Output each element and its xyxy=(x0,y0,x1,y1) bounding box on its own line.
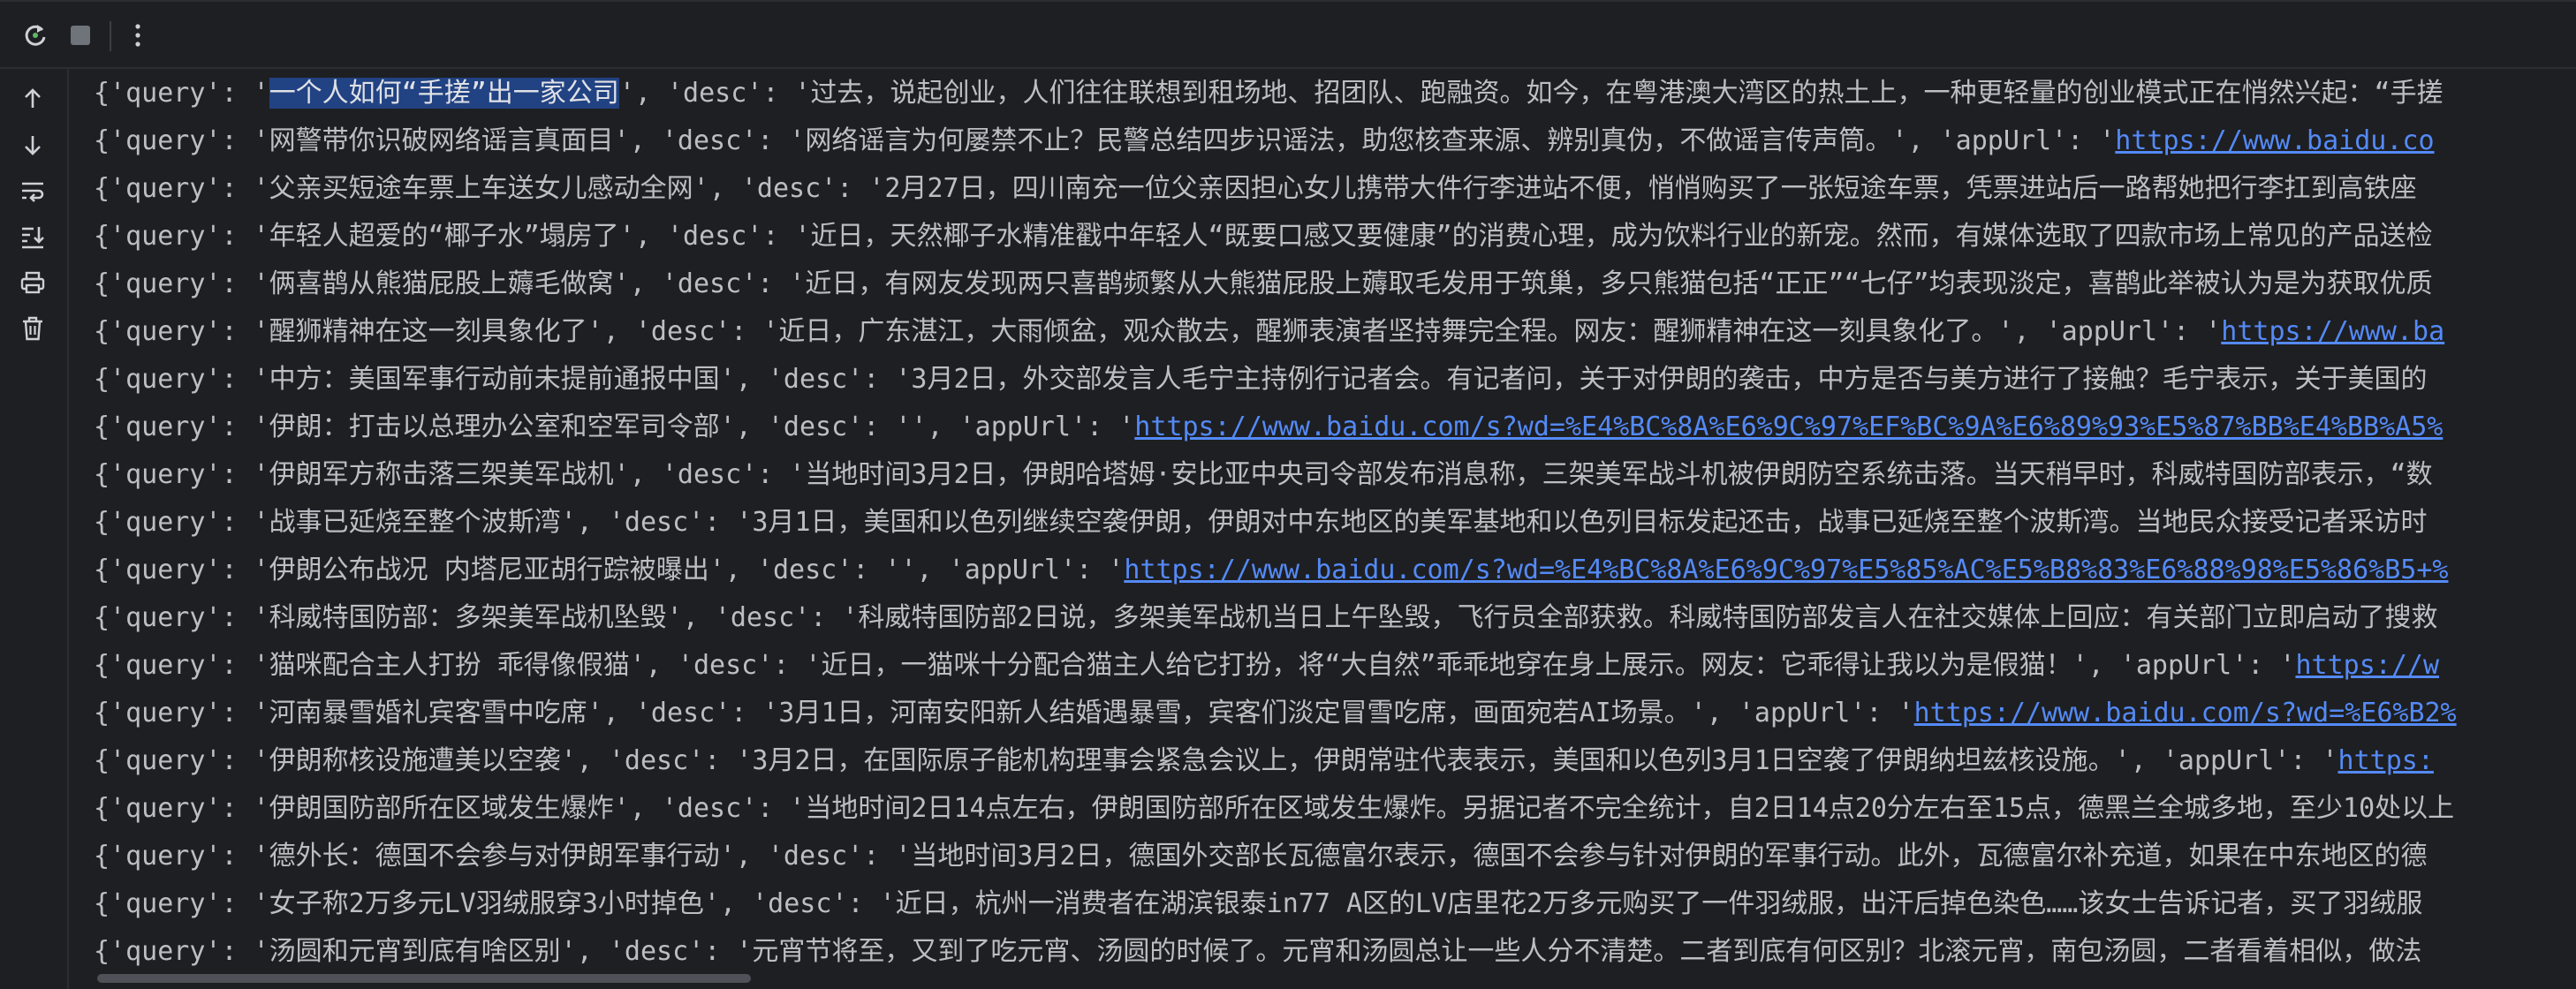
trash-icon xyxy=(23,316,42,341)
app-url-link[interactable]: https://w xyxy=(2295,650,2439,681)
app-url-link[interactable]: https://www.baidu.co xyxy=(2115,125,2434,156)
console-output[interactable]: {'query': '一个人如何“手搓”出一家公司', 'desc': '过去，… xyxy=(69,69,2576,989)
console-line: {'query': '伊朗公布战况 内塔尼亚胡行踪被曝出', 'desc': '… xyxy=(94,547,2448,594)
line-text: {'query': '伊朗：打击以总理办公室和空军司令部', 'desc': '… xyxy=(94,411,1135,442)
console-line: {'query': '年轻人超爱的“椰子水”塌房了', 'desc': '近日，… xyxy=(94,213,2433,260)
line-text: {'query': '伊朗称核设施遭美以空袭', 'desc': '3月2日，在… xyxy=(94,745,2338,776)
stop-icon xyxy=(71,26,90,45)
console-line: {'query': '伊朗军方称击落三架美军战机', 'desc': '当地时间… xyxy=(94,451,2433,499)
line-text: ', 'desc': '过去，说起创业，人们往往联想到租场地、招团队、跑融资。如… xyxy=(618,78,2443,109)
console-line: {'query': '父亲买短途车票上车送女儿感动全网', 'desc': '2… xyxy=(94,165,2417,213)
console-side-toolbar xyxy=(0,69,65,989)
print-button[interactable] xyxy=(15,265,50,300)
rerun-icon xyxy=(25,25,46,46)
line-text: {'query': '年轻人超爱的“椰子水”塌房了', 'desc': '近日，… xyxy=(94,221,2433,252)
run-console-window: {'query': '一个人如何“手搓”出一家公司', 'desc': '过去，… xyxy=(0,0,2576,989)
line-text: {'query': '俩喜鹊从熊猫屁股上薅毛做窝', 'desc': '近日，有… xyxy=(94,268,2433,299)
line-text: {'query': '伊朗公布战况 内塔尼亚胡行踪被曝出', 'desc': '… xyxy=(94,555,1125,585)
app-url-link[interactable]: https://www.baidu.com/s?wd=%E6%B2% xyxy=(1914,698,2457,729)
console-line: {'query': '河南暴雪婚礼宾客雪中吃席', 'desc': '3月1日，… xyxy=(94,690,2457,737)
console-line: {'query': '科威特国防部：多架美军战机坠毁', 'desc': '科威… xyxy=(94,594,2437,642)
console-line: {'query': '伊朗：打击以总理办公室和空军司令部', 'desc': '… xyxy=(94,404,2443,451)
line-text: {'query': '科威特国防部：多架美军战机坠毁', 'desc': '科威… xyxy=(94,602,2438,633)
app-url-link[interactable]: https://www.baidu.com/s?wd=%E4%BC%8A%E6%… xyxy=(1134,411,2443,442)
console-line: {'query': '猫咪配合主人打扮 乖得像假猫', 'desc': '近日，… xyxy=(94,642,2439,690)
console-line: {'query': '战事已延烧至整个波斯湾', 'desc': '3月1日，美… xyxy=(94,499,2428,547)
console-line: {'query': '醒狮精神在这一刻具象化了', 'desc': '近日，广东… xyxy=(94,308,2444,356)
soft-wrap-button[interactable] xyxy=(15,173,50,208)
arrow-up-icon xyxy=(25,88,41,108)
more-vertical-icon xyxy=(135,24,140,47)
console-toolbar xyxy=(0,0,2576,69)
console-line: {'query': '伊朗国防部所在区域发生爆炸', 'desc': '当地时间… xyxy=(94,785,2454,833)
line-text: {'query': '伊朗国防部所在区域发生爆炸', 'desc': '当地时间… xyxy=(94,793,2455,824)
console-line: {'query': '中方：美国军事行动前未提前通报中国', 'desc': '… xyxy=(94,356,2428,404)
soft-wrap-icon xyxy=(22,182,44,202)
print-icon xyxy=(20,271,45,294)
line-text: {'query': '网警带你识破网络谣言真面目', 'desc': '网络谣言… xyxy=(94,125,2116,156)
toolbar-separator xyxy=(110,21,111,51)
next-occurrence-button[interactable] xyxy=(15,127,50,162)
console-line: {'query': '一个人如何“手搓”出一家公司', 'desc': '过去，… xyxy=(94,70,2443,117)
more-actions-button[interactable] xyxy=(122,19,154,51)
app-url-link[interactable]: https: xyxy=(2338,745,2434,776)
previous-occurrence-button[interactable] xyxy=(15,81,50,117)
line-text: {'query': '女子称2万多元LV羽绒服穿3小时掉色', 'desc': … xyxy=(94,888,2423,919)
console-line: {'query': '汤圆和元宵到底有啥区别', 'desc': '元宵节将至，… xyxy=(94,928,2421,976)
line-text: {'query': '汤圆和元宵到底有啥区别', 'desc': '元宵节将至，… xyxy=(94,936,2422,967)
line-text: {'query': '伊朗军方称击落三架美军战机', 'desc': '当地时间… xyxy=(94,459,2433,490)
arrow-down-icon xyxy=(25,136,41,155)
console-line: {'query': '伊朗称核设施遭美以空袭', 'desc': '3月2日，在… xyxy=(94,737,2434,785)
app-url-link[interactable]: https://www.ba xyxy=(2221,316,2444,347)
horizontal-scrollbar[interactable] xyxy=(97,974,751,983)
rerun-button[interactable] xyxy=(19,19,51,51)
scroll-to-end-button[interactable] xyxy=(15,219,50,254)
selected-text: 一个人如何“手搓”出一家公司 xyxy=(269,78,619,109)
console-line: {'query': '女子称2万多元LV羽绒服穿3小时掉色', 'desc': … xyxy=(94,880,2422,928)
line-text: {'query': '醒狮精神在这一刻具象化了', 'desc': '近日，广东… xyxy=(94,316,2222,347)
line-text: {'query': '河南暴雪婚礼宾客雪中吃席', 'desc': '3月1日，… xyxy=(94,698,1914,729)
clear-all-button[interactable] xyxy=(15,311,50,346)
line-text: {'query': '战事已延烧至整个波斯湾', 'desc': '3月1日，美… xyxy=(94,507,2428,538)
line-text: {'query': '父亲买短途车票上车送女儿感动全网', 'desc': '2… xyxy=(94,173,2417,204)
line-text: {'query': '德外长：德国不会参与对伊朗军事行动', 'desc': '… xyxy=(94,841,2428,872)
line-text: {'query': ' xyxy=(94,78,269,109)
console-line: {'query': '网警带你识破网络谣言真面目', 'desc': '网络谣言… xyxy=(94,117,2435,165)
app-url-link[interactable]: https://www.baidu.com/s?wd=%E4%BC%8A%E6%… xyxy=(1124,555,2448,585)
line-text: {'query': '中方：美国军事行动前未提前通报中国', 'desc': '… xyxy=(94,364,2428,395)
line-text: {'query': '猫咪配合主人打扮 乖得像假猫', 'desc': '近日，… xyxy=(94,650,2296,681)
scroll-to-end-icon xyxy=(22,227,44,249)
console-line: {'query': '俩喜鹊从熊猫屁股上薅毛做窝', 'desc': '近日，有… xyxy=(94,260,2433,308)
console-line: {'query': '德外长：德国不会参与对伊朗军事行动', 'desc': '… xyxy=(94,833,2428,880)
stop-button[interactable] xyxy=(64,19,96,51)
